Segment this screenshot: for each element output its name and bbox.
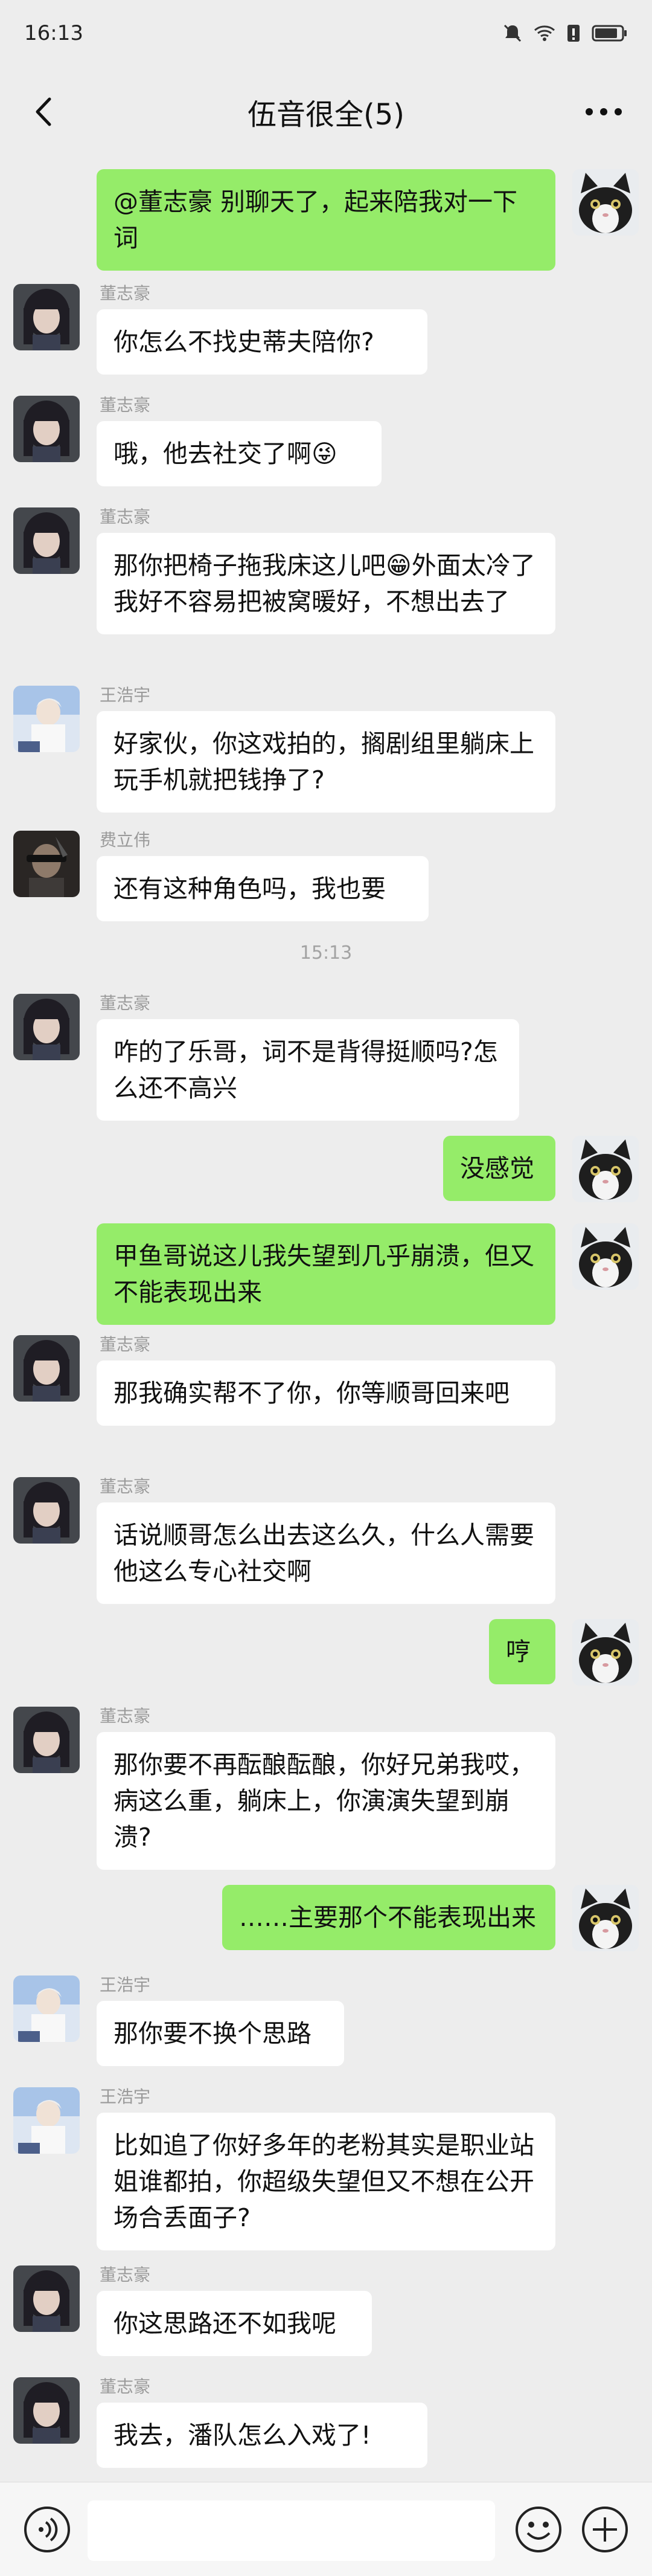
- message-bubble[interactable]: 还有这种角色吗，我也要: [97, 856, 429, 921]
- sender-name: 董志豪: [100, 283, 151, 303]
- message-bubble-self[interactable]: @董志豪 别聊天了，起来陪我对一下词: [97, 169, 555, 271]
- sender-name: 董志豪: [100, 1476, 151, 1496]
- voice-icon[interactable]: [23, 2505, 71, 2554]
- avatar-fei-liwei[interactable]: [13, 831, 80, 897]
- message-bubble[interactable]: 那你把椅子拖我床这儿吧😁外面太冷了我好不容易把被窝暖好，不想出去了: [97, 533, 555, 634]
- timestamp: 15:13: [299, 942, 353, 964]
- avatar-dong-zhihao[interactable]: [13, 1707, 80, 1773]
- status-icons: [502, 23, 628, 43]
- avatar-dong-zhihao[interactable]: [13, 1477, 80, 1544]
- sender-name: 董志豪: [100, 2377, 151, 2397]
- chat-header: 伍音很全(5): [0, 66, 652, 157]
- emoji-icon[interactable]: [514, 2505, 563, 2554]
- back-arrow-icon[interactable]: [24, 91, 66, 133]
- sender-name: 董志豪: [100, 993, 151, 1013]
- battery-icon: [592, 25, 627, 42]
- input-bar: [0, 2482, 652, 2576]
- message-bubble-self[interactable]: 哼: [489, 1619, 555, 1684]
- sender-name: 董志豪: [100, 1706, 151, 1726]
- avatar-self[interactable]: [572, 1136, 639, 1202]
- message-bubble[interactable]: 我去，潘队怎么入戏了!: [97, 2403, 427, 2468]
- avatar-self[interactable]: [572, 169, 639, 236]
- plus-icon[interactable]: [581, 2505, 629, 2554]
- sender-name: 王浩宇: [100, 1975, 151, 1995]
- sender-name: 董志豪: [100, 1335, 151, 1354]
- avatar-dong-zhihao[interactable]: [13, 396, 80, 462]
- avatar-dong-zhihao[interactable]: [13, 2265, 80, 2332]
- message-bubble[interactable]: 好家伙，你这戏拍的，搁剧组里躺床上玩手机就把钱挣了?: [97, 711, 555, 813]
- avatar-self[interactable]: [572, 1885, 639, 1951]
- sender-name: 董志豪: [100, 395, 151, 415]
- avatar-dong-zhihao[interactable]: [13, 507, 80, 574]
- sender-name: 王浩宇: [100, 685, 151, 705]
- mute-icon: [503, 24, 522, 42]
- status-time: 16:13: [24, 21, 83, 45]
- avatar-self[interactable]: [572, 1619, 639, 1686]
- message-bubble[interactable]: 比如追了你好多年的老粉其实是职业站姐谁都拍，你超级失望但又不想在公开场合丢面子?: [97, 2113, 555, 2250]
- message-bubble[interactable]: 那你要不换个思路: [97, 2001, 344, 2066]
- message-bubble[interactable]: 哦，他去社交了啊😜: [97, 421, 382, 486]
- message-bubble-self[interactable]: 甲鱼哥说这儿我失望到几乎崩溃，但又不能表现出来: [97, 1223, 555, 1325]
- avatar-dong-zhihao[interactable]: [13, 1335, 80, 1402]
- chat-title: 伍音很全(5): [248, 98, 404, 132]
- sender-name: 王浩宇: [100, 2087, 151, 2107]
- avatar-dong-zhihao[interactable]: [13, 284, 80, 350]
- message-input[interactable]: [88, 2500, 495, 2561]
- message-bubble[interactable]: 话说顺哥怎么出去这么久，什么人需要他这么专心社交啊: [97, 1502, 555, 1604]
- status-bar: 16:13: [0, 0, 652, 66]
- avatar-wang-haoyu[interactable]: [13, 686, 80, 752]
- wifi-icon: [534, 25, 555, 41]
- sender-name: 费立伟: [100, 830, 151, 850]
- avatar-self[interactable]: [572, 1223, 639, 1290]
- message-bubble[interactable]: 那我确实帮不了你，你等顺哥回来吧: [97, 1360, 555, 1426]
- message-bubble-self[interactable]: 没感觉: [443, 1136, 555, 1201]
- message-bubble-self[interactable]: ……主要那个不能表现出来: [222, 1885, 555, 1950]
- message-bubble[interactable]: 那你要不再酝酿酝酿，你好兄弟我哎，病这么重，躺床上，你演演失望到崩溃?: [97, 1732, 555, 1870]
- message-bubble[interactable]: 你怎么不找史蒂夫陪你?: [97, 309, 427, 375]
- sender-name: 董志豪: [100, 2265, 151, 2285]
- avatar-wang-haoyu[interactable]: [13, 2087, 80, 2154]
- more-icon[interactable]: [580, 91, 628, 133]
- avatar-dong-zhihao[interactable]: [13, 2377, 80, 2444]
- avatar-dong-zhihao[interactable]: [13, 994, 80, 1060]
- message-bubble[interactable]: 你这思路还不如我呢: [97, 2291, 372, 2356]
- alert-sim-icon: [567, 25, 580, 42]
- avatar-wang-haoyu[interactable]: [13, 1975, 80, 2042]
- sender-name: 董志豪: [100, 507, 151, 527]
- message-bubble[interactable]: 咋的了乐哥，词不是背得挺顺吗?怎么还不高兴: [97, 1019, 519, 1121]
